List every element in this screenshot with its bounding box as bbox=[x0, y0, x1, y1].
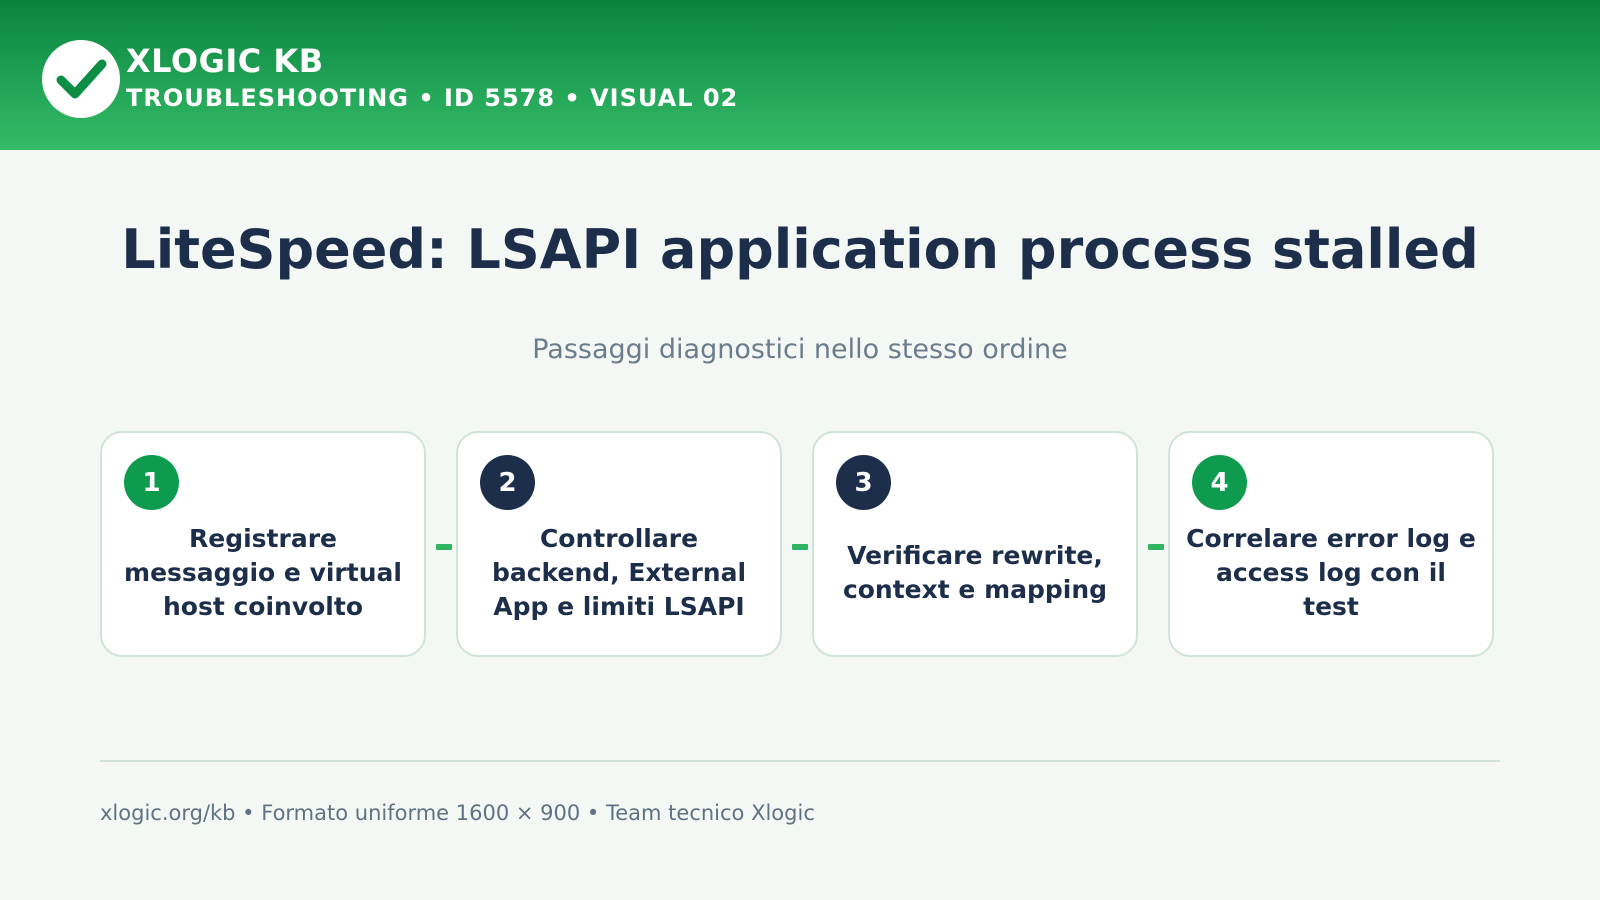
step-card-1: 1 Registrare messaggio e virtual host co… bbox=[100, 431, 426, 657]
footer-text: xlogic.org/kb • Formato uniforme 1600 × … bbox=[100, 801, 815, 825]
step-connector bbox=[1148, 544, 1164, 550]
step-number-badge: 1 bbox=[124, 455, 179, 510]
page-lead: Passaggi diagnostici nello stesso ordine bbox=[532, 334, 1068, 365]
step-card-4: 4 Correlare error log e access log con i… bbox=[1168, 431, 1494, 657]
step-connector bbox=[436, 544, 452, 550]
footer-divider bbox=[100, 760, 1500, 762]
checkmark-icon bbox=[56, 59, 107, 99]
header-banner: XLOGIC KB TROUBLESHOOTING • ID 5578 • VI… bbox=[0, 0, 1600, 150]
logo-badge bbox=[42, 40, 120, 118]
header-subtitle: TROUBLESHOOTING • ID 5578 • VISUAL 02 bbox=[126, 84, 739, 112]
step-text: Controllare backend, External App e limi… bbox=[491, 524, 747, 621]
step-number-badge: 4 bbox=[1192, 455, 1247, 510]
step-card-2: 2 Controllare backend, External App e li… bbox=[456, 431, 782, 657]
step-text: Verificare rewrite, context e mapping bbox=[842, 541, 1108, 604]
page-title: LiteSpeed: LSAPI application process sta… bbox=[121, 218, 1479, 281]
step-number-badge: 3 bbox=[836, 455, 891, 510]
step-connector bbox=[792, 544, 808, 550]
brand-name: XLOGIC KB bbox=[126, 42, 324, 80]
step-text: Registrare messaggio e virtual host coin… bbox=[124, 524, 402, 621]
step-card-3: 3 Verificare rewrite, context e mapping bbox=[812, 431, 1138, 657]
step-number-badge: 2 bbox=[480, 455, 535, 510]
step-text: Correlare error log e access log con il … bbox=[1186, 524, 1476, 621]
